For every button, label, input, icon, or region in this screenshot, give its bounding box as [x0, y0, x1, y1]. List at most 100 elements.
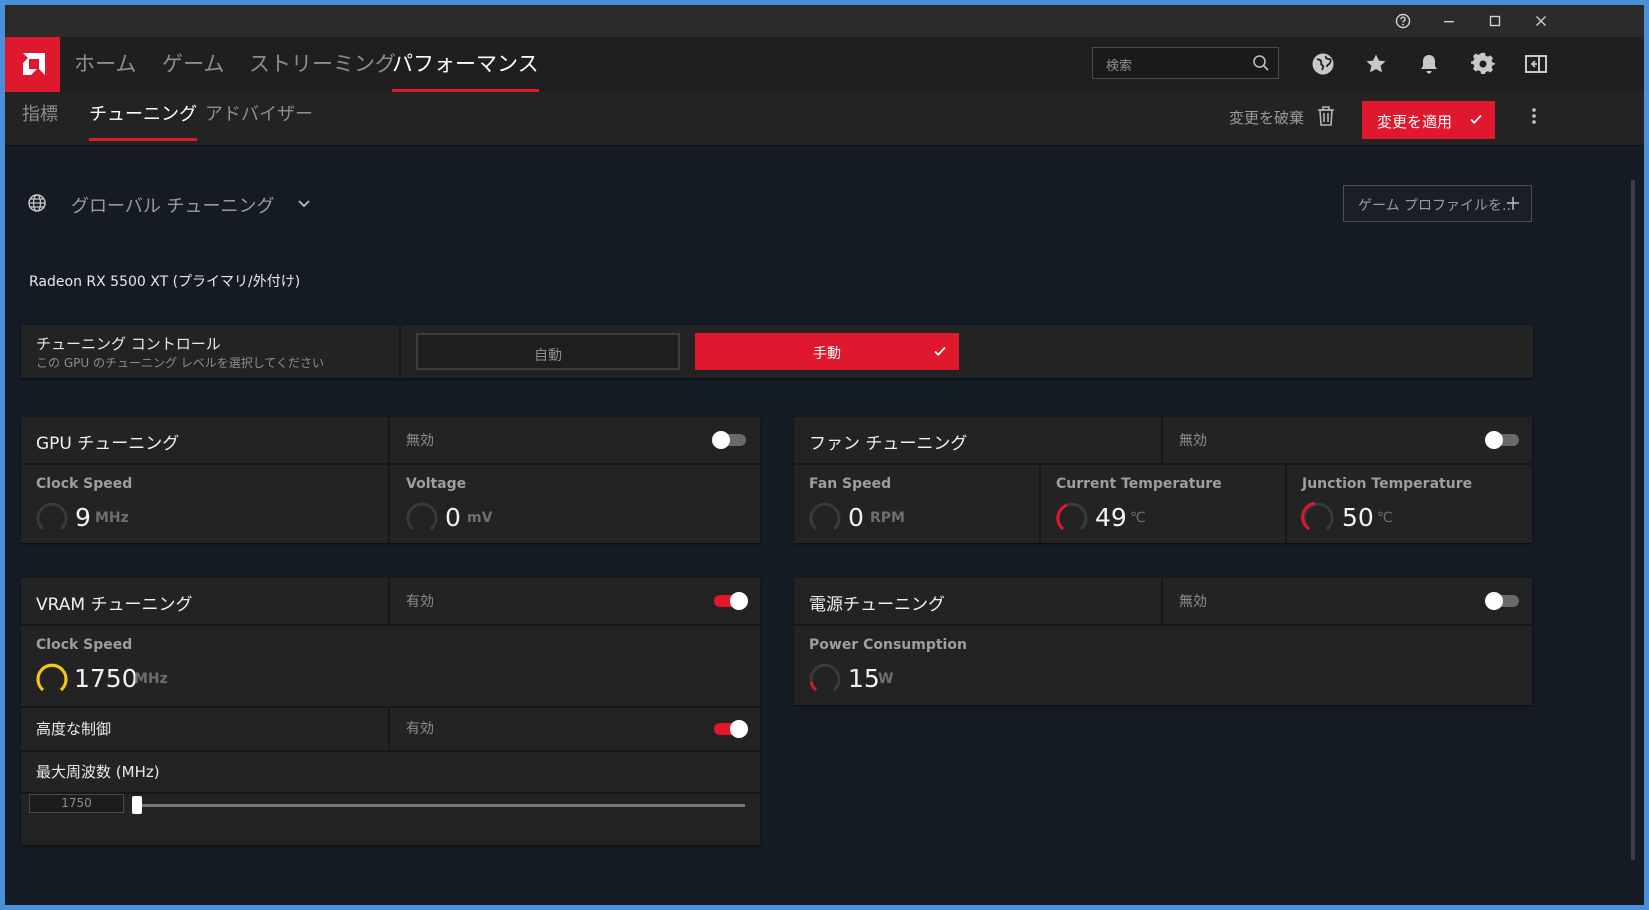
star-icon[interactable]: [1363, 51, 1389, 77]
vram-tuning-title: VRAM チューニング: [36, 595, 193, 615]
fan-tuning-header: ファン チューニング 無効: [794, 417, 1532, 465]
discard-changes-button[interactable]: 変更を破棄: [1229, 107, 1304, 128]
profile-selector[interactable]: グローバル チューニング: [21, 185, 1541, 225]
toggle-knob: [730, 592, 748, 610]
tuning-control-panel: チューニング コントロール この GPU のチューニング レベルを選択してくださ…: [21, 325, 1533, 378]
gpu-name: Radeon RX 5500 XT (プライマリ/外付け): [29, 274, 301, 290]
vertical-scrollbar[interactable]: [1631, 180, 1635, 860]
tab-advisor[interactable]: アドバイザー: [205, 92, 313, 145]
vram-tuning-toggle[interactable]: [714, 592, 748, 610]
add-game-profile-label: ゲーム プロファイルを...: [1358, 198, 1516, 214]
globe-icon[interactable]: [1310, 51, 1336, 77]
divider: [388, 417, 390, 543]
gpu-clock-label: Clock Speed: [36, 476, 133, 492]
vram-tuning-status: 有効: [406, 594, 434, 610]
more-options-icon[interactable]: [1531, 106, 1537, 130]
search-icon[interactable]: [1252, 54, 1270, 76]
voltage-gauge: [406, 502, 438, 531]
current-temp-label: Current Temperature: [1056, 476, 1222, 492]
minimize-button[interactable]: [1426, 5, 1472, 37]
tab-tuning[interactable]: チューニング: [89, 92, 197, 145]
toggle-knob: [1485, 592, 1503, 610]
amd-logo-icon[interactable]: [5, 37, 60, 92]
max-frequency-slider-track[interactable]: [137, 804, 745, 807]
current-temp-value: 49: [1095, 503, 1127, 532]
junction-temp-value: 50: [1342, 503, 1374, 532]
check-icon: [933, 344, 947, 362]
power-tuning-header: 電源チューニング 無効: [794, 578, 1532, 626]
gear-icon[interactable]: [1470, 51, 1496, 77]
nav-games[interactable]: ゲーム: [162, 37, 224, 92]
auto-mode-label: 自動: [534, 348, 562, 364]
fan-speed-value: 0: [848, 503, 864, 532]
maximize-button[interactable]: [1472, 5, 1518, 37]
nav-games-label: ゲーム: [162, 52, 225, 76]
vram-tuning-header: VRAM チューニング 有効: [21, 578, 760, 626]
apply-changes-label: 変更を適用: [1377, 113, 1453, 131]
active-subtab-indicator: [89, 138, 197, 141]
divider: [1285, 465, 1287, 543]
sub-nav: 指標 チューニング アドバイザー 変更を破棄 変更を適用: [5, 92, 1644, 146]
search-placeholder: 検索: [1106, 59, 1133, 74]
max-frequency-slider-handle[interactable]: [132, 796, 142, 814]
power-consumption-unit: W: [878, 671, 894, 687]
gpu-tuning-card: GPU チューニング 無効 Clock Speed 9 MHz Voltage …: [21, 417, 760, 543]
nav-home-label: ホーム: [74, 52, 137, 76]
divider: [1161, 578, 1163, 624]
divider: [1161, 417, 1163, 463]
power-consumption-gauge: [809, 663, 841, 692]
voltage-label: Voltage: [406, 476, 467, 492]
trash-icon[interactable]: [1317, 105, 1335, 131]
auto-mode-button[interactable]: 自動: [416, 333, 680, 370]
tab-metrics[interactable]: 指標: [22, 92, 58, 145]
nav-streaming[interactable]: ストリーミング: [249, 37, 396, 92]
nav-streaming-label: ストリーミング: [249, 52, 396, 76]
junction-temp-gauge: [1301, 501, 1334, 531]
power-tuning-toggle[interactable]: [1485, 592, 1519, 610]
junction-temp-label: Junction Temperature: [1302, 476, 1473, 492]
power-tuning-title: 電源チューニング: [809, 595, 945, 615]
add-game-profile-button[interactable]: ゲーム プロファイルを...: [1343, 185, 1532, 222]
gpu-tuning-header: GPU チューニング 無効: [21, 417, 760, 465]
apply-changes-button[interactable]: 変更を適用: [1362, 101, 1495, 139]
globe-small-icon: [27, 193, 47, 217]
fan-tuning-toggle[interactable]: [1485, 431, 1519, 449]
gpu-tuning-status: 無効: [406, 433, 434, 449]
app-window: ホーム ゲーム ストリーミング パフォーマンス 検索 指標 チューニング アドバ…: [5, 5, 1644, 905]
help-icon[interactable]: [1380, 5, 1426, 37]
tab-metrics-label: 指標: [22, 104, 58, 125]
voltage-value: 0: [445, 503, 461, 532]
tab-tuning-label: チューニング: [89, 104, 197, 125]
junction-temp-unit: ℃: [1377, 510, 1393, 526]
current-temp-unit: ℃: [1130, 510, 1146, 526]
title-bar: [5, 5, 1644, 37]
bell-icon[interactable]: [1416, 51, 1442, 77]
vram-clock-unit: MHz: [134, 671, 168, 687]
power-tuning-status: 無効: [1179, 594, 1207, 610]
nav-performance[interactable]: パフォーマンス: [392, 37, 539, 92]
gpu-tuning-toggle[interactable]: [712, 431, 746, 449]
toggle-knob: [1485, 431, 1503, 449]
profile-name: グローバル チューニング: [71, 196, 275, 217]
plus-icon: [1505, 195, 1521, 215]
chevron-down-icon[interactable]: [296, 195, 312, 215]
nav-performance-label: パフォーマンス: [392, 52, 539, 76]
max-frequency-input[interactable]: 1750: [29, 794, 124, 813]
search-input[interactable]: 検索: [1092, 47, 1279, 79]
vram-tuning-card: VRAM チューニング 有効 Clock Speed 1750 MHz 高度な制…: [21, 578, 760, 845]
manual-mode-label: 手動: [813, 346, 841, 362]
manual-mode-button[interactable]: 手動: [695, 333, 959, 370]
sidebar-icon[interactable]: [1523, 51, 1549, 77]
divider: [399, 325, 401, 378]
nav-home[interactable]: ホーム: [74, 37, 136, 92]
check-icon: [1469, 112, 1483, 130]
vram-clock-value: 1750: [74, 664, 138, 693]
gpu-clock-gauge: [36, 502, 68, 531]
vram-clock-label: Clock Speed: [36, 637, 133, 653]
divider: [388, 578, 390, 624]
fan-tuning-status: 無効: [1179, 433, 1207, 449]
close-button[interactable]: [1518, 5, 1564, 37]
tab-advisor-label: アドバイザー: [205, 104, 313, 125]
power-consumption-value: 15: [848, 664, 880, 693]
fan-speed-label: Fan Speed: [809, 476, 892, 492]
